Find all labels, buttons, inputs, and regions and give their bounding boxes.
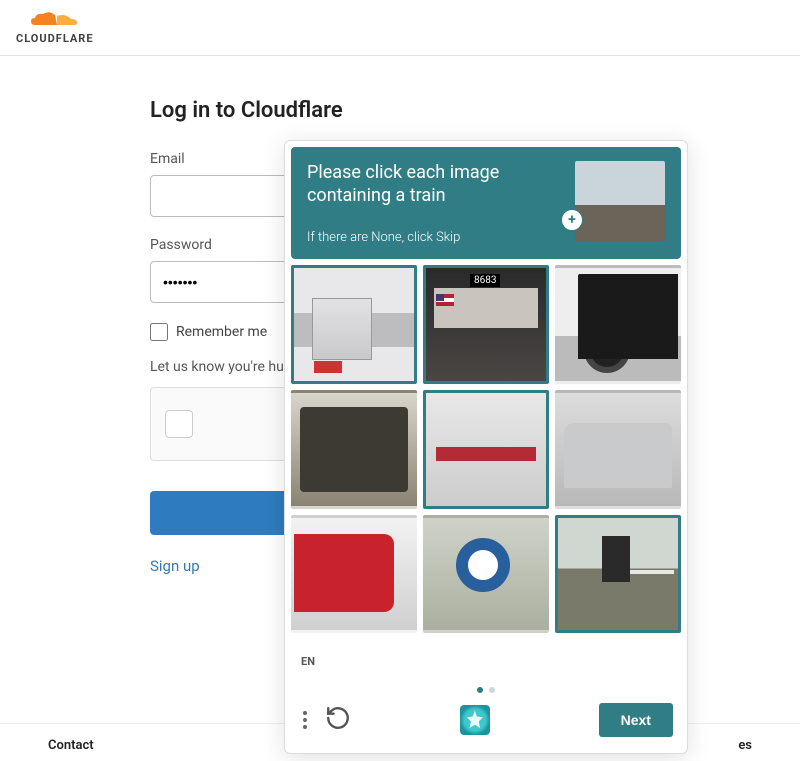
tile-pickup-truck[interactable] (555, 265, 681, 384)
captcha-sub-instruction: If there are None, click Skip (307, 230, 563, 245)
tile-red-sports-car[interactable] (291, 515, 417, 634)
remember-checkbox[interactable] (150, 323, 168, 341)
captcha-example-thumb: + (575, 161, 665, 241)
tile-silver-sedan[interactable] (555, 390, 681, 509)
captcha-page-dots (299, 678, 673, 697)
reload-icon[interactable] (325, 705, 351, 735)
captcha-grid (291, 265, 681, 634)
captcha-menu-button[interactable] (299, 707, 311, 733)
tile-cyclists[interactable] (423, 515, 549, 634)
app-header: CLOUDFLARE (0, 0, 800, 56)
page-dot[interactable] (477, 687, 483, 693)
tile-bus-interior[interactable] (291, 390, 417, 509)
remember-label: Remember me (176, 324, 267, 340)
captcha-instruction: Please click each image containing a tra… (307, 161, 563, 208)
hcaptcha-checkbox[interactable] (165, 410, 193, 438)
captcha-header: Please click each image containing a tra… (291, 147, 681, 259)
footer-contact[interactable]: Contact (48, 738, 94, 753)
captcha-dialog: Please click each image containing a tra… (284, 140, 688, 754)
zoom-example-button[interactable]: + (561, 209, 583, 231)
cloud-icon (27, 10, 83, 30)
cloudflare-logo[interactable]: CLOUDFLARE (16, 10, 94, 45)
hcaptcha-logo-icon (460, 705, 490, 735)
brand-text: CLOUDFLARE (16, 32, 94, 45)
tile-train-tracks[interactable] (555, 515, 681, 634)
password-label: Password (150, 237, 212, 253)
tile-train-platform[interactable] (291, 265, 417, 384)
footer-right-cutoff: es (738, 738, 752, 753)
signup-link[interactable]: Sign up (150, 557, 200, 575)
tile-red-train-yard[interactable] (423, 390, 549, 509)
page-title: Log in to Cloudflare (150, 98, 650, 123)
captcha-next-button[interactable]: Next (599, 703, 673, 737)
tile-subway-8683[interactable] (423, 265, 549, 384)
captcha-language[interactable]: EN (299, 653, 673, 678)
page-dot[interactable] (489, 687, 495, 693)
